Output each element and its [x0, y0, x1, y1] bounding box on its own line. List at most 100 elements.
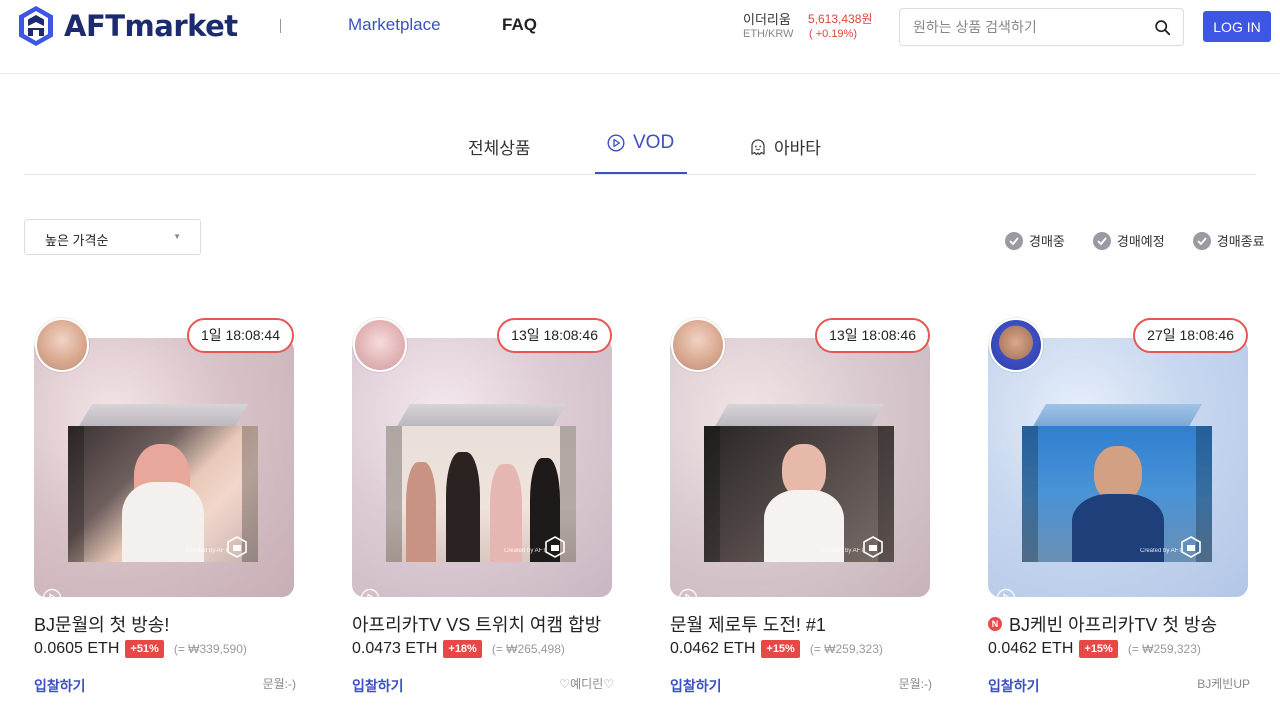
ticker-change: ( +0.19%) — [809, 28, 857, 40]
creator-avatar[interactable] — [35, 318, 89, 372]
tab-label: VOD — [633, 132, 675, 153]
price-change-badge: +51% — [125, 640, 164, 658]
box-caption: Created by AFT — [504, 548, 547, 554]
product-title[interactable]: BJ문월의 첫 방송! — [34, 611, 169, 637]
login-button[interactable]: LOG IN — [1203, 11, 1271, 42]
krw-price: (= ₩339,590) — [173, 642, 247, 656]
bid-button[interactable]: 입찰하기 — [988, 676, 1040, 696]
aftmarket-logo[interactable]: AFTmarket — [16, 4, 238, 48]
auction-status-filters: 경매중 경매예정 경매종료 — [1005, 231, 1265, 250]
ticker-name: 이더리움 — [743, 12, 791, 27]
box-caption: Created by AFT — [822, 548, 865, 554]
filter-label: 경매예정 — [1116, 234, 1165, 249]
top-header: AFTmarket Marketplace FAQ 이더리움 ETH/KRW 5… — [0, 0, 1280, 74]
aft-logo-icon — [19, 6, 53, 46]
nav-marketplace[interactable]: Marketplace — [348, 15, 441, 35]
search-box — [899, 8, 1184, 46]
ticker-price: 5,613,438원 — [808, 12, 873, 26]
logo-divider — [280, 19, 281, 33]
eth-price: 0.0605 ETH — [34, 640, 120, 657]
filter-ended[interactable]: 경매종료 — [1192, 231, 1265, 250]
product-title[interactable]: 아프리카TV VS 트위치 여캠 합방 — [352, 611, 601, 637]
eth-price: 0.0462 ETH — [670, 640, 756, 657]
owner-name[interactable]: 문월:-) — [899, 675, 932, 692]
krw-price: (= ₩265,498) — [491, 642, 565, 656]
vod-box-image: Created by AFT — [68, 404, 258, 562]
aft-watermark-icon — [1181, 536, 1201, 558]
vod-box-image: Created by AFT — [1022, 404, 1212, 562]
vod-box-image: Created by AFT — [386, 404, 576, 562]
tab-all-products[interactable]: 전체상품 — [468, 134, 531, 159]
bid-button[interactable]: 입찰하기 — [352, 676, 404, 696]
creator-avatar[interactable] — [671, 318, 725, 372]
tab-label: 전체상품 — [468, 139, 531, 158]
play-circle-icon — [678, 588, 698, 597]
product-title[interactable]: 문월 제로투 도전! #1 — [670, 611, 826, 637]
eth-price: 0.0462 ETH — [988, 640, 1074, 657]
play-circle-icon — [42, 588, 62, 597]
krw-price: (= ₩259,323) — [1127, 642, 1201, 656]
search-input[interactable] — [900, 9, 1140, 45]
price-row: 0.0605 ETH +51% (= ₩339,590) — [34, 640, 247, 658]
creator-avatar[interactable] — [353, 318, 407, 372]
auction-timer: 27일 18:08:46 — [1133, 318, 1248, 353]
product-thumbnail[interactable]: Created by AFT — [352, 338, 612, 597]
bid-button[interactable]: 입찰하기 — [34, 676, 86, 696]
avatar-ghost-icon — [751, 138, 765, 155]
price-change-badge: +15% — [761, 640, 800, 658]
aft-watermark-icon — [227, 536, 247, 558]
product-thumbnail[interactable]: Created by AFT — [988, 338, 1248, 597]
filter-in-auction[interactable]: 경매중 — [1005, 231, 1065, 250]
product-title[interactable]: N BJ케빈 아프리카TV 첫 방송 — [988, 611, 1217, 637]
sort-dropdown[interactable]: 높은 가격순 ▼ — [24, 219, 201, 255]
auction-timer: 13일 18:08:46 — [815, 318, 930, 353]
eth-price: 0.0473 ETH — [352, 640, 438, 657]
nav-faq[interactable]: FAQ — [502, 15, 537, 35]
play-circle-icon — [360, 588, 380, 597]
auction-timer: 1일 18:08:44 — [186, 318, 294, 353]
price-change-badge: +18% — [443, 640, 482, 658]
check-circle-icon — [1005, 231, 1023, 250]
product-thumbnail[interactable]: Created by AFT — [34, 338, 294, 597]
filter-label: 경매중 — [1029, 234, 1065, 249]
chevron-down-icon: ▼ — [173, 232, 181, 241]
active-tab-indicator — [595, 172, 687, 174]
product-card: Created by AFT 1일 18:08:44 BJ문월의 첫 방송! 0… — [34, 318, 296, 698]
play-circle-icon — [996, 588, 1016, 597]
auction-timer: 13일 18:08:46 — [497, 318, 612, 353]
ticker-unit: ETH/KRW — [743, 28, 794, 40]
sort-selected-value: 높은 가격순 — [45, 233, 109, 248]
box-caption: Created by AFT — [186, 548, 229, 554]
box-caption: Created by AFT — [1140, 548, 1183, 554]
product-card: Created by AFT 13일 18:08:46 문월 제로투 도전! #… — [670, 318, 932, 698]
search-icon[interactable] — [1154, 19, 1171, 36]
aft-watermark-icon — [545, 536, 565, 558]
product-card: Created by AFT 13일 18:08:46 아프리카TV VS 트위… — [352, 318, 614, 698]
vod-box-image: Created by AFT — [704, 404, 894, 562]
creator-avatar[interactable] — [989, 318, 1043, 372]
owner-name[interactable]: 문월:-) — [263, 675, 296, 692]
tab-label: 아바타 — [774, 139, 821, 158]
krw-price: (= ₩259,323) — [809, 642, 883, 656]
tab-vod[interactable]: VOD — [607, 132, 674, 154]
filter-label: 경매종료 — [1216, 234, 1265, 249]
filter-scheduled[interactable]: 경매예정 — [1092, 231, 1165, 250]
price-row: 0.0462 ETH +15% (= ₩259,323) — [670, 640, 883, 658]
product-thumbnail[interactable]: Created by AFT — [670, 338, 930, 597]
logo-text: AFTmarket — [64, 9, 238, 43]
price-change-badge: +15% — [1079, 640, 1118, 658]
tab-avatar[interactable]: 아바타 — [750, 134, 821, 159]
aft-watermark-icon — [863, 536, 883, 558]
owner-name[interactable]: ♡예디린♡ — [559, 675, 614, 692]
price-row: 0.0462 ETH +15% (= ₩259,323) — [988, 640, 1201, 658]
new-badge-icon: N — [988, 617, 1002, 631]
title-text: BJ문월의 첫 방송! — [34, 615, 170, 635]
bid-button[interactable]: 입찰하기 — [670, 676, 722, 696]
check-circle-icon — [1192, 231, 1211, 250]
price-row: 0.0473 ETH +18% (= ₩265,498) — [352, 640, 565, 658]
play-circle-icon — [607, 134, 625, 152]
owner-name[interactable]: BJ케빈UP — [1197, 675, 1250, 692]
title-text: BJ케빈 아프리카TV 첫 방송 — [1009, 615, 1218, 635]
category-tabs: 전체상품 VOD 아바타 — [24, 118, 1256, 175]
check-circle-icon — [1092, 231, 1111, 250]
